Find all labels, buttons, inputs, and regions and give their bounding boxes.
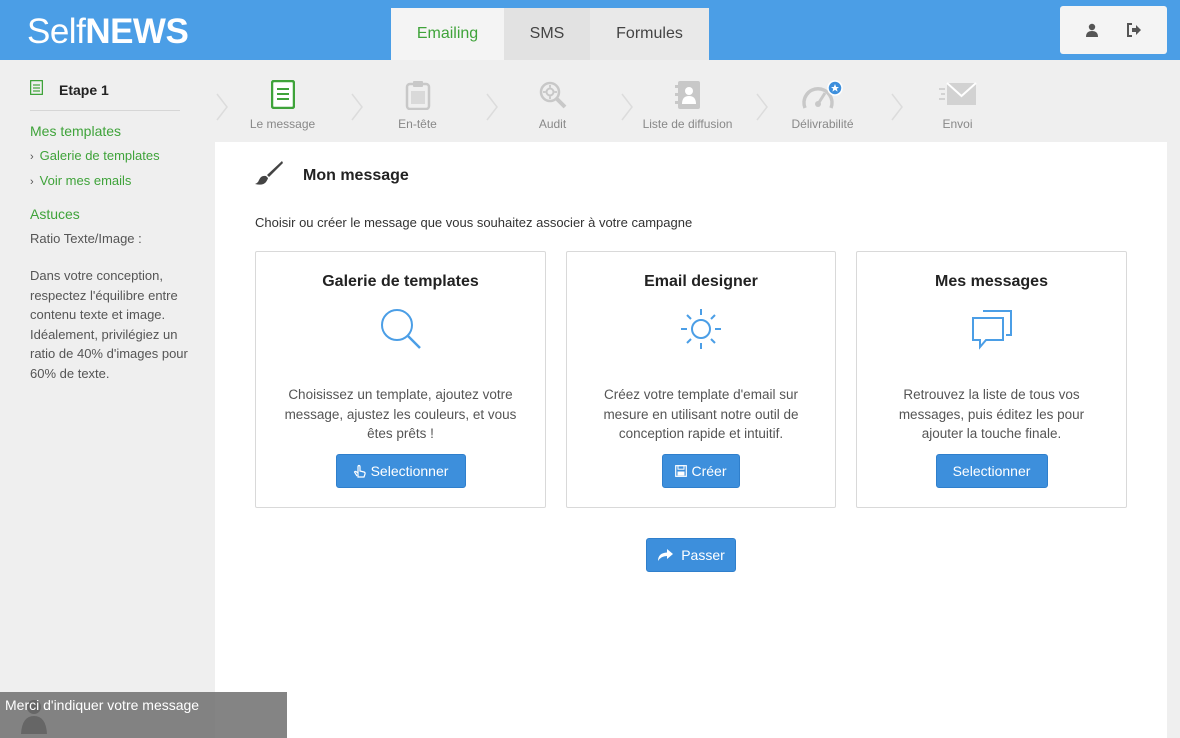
envelope-icon — [938, 80, 977, 113]
document-icon — [270, 79, 295, 114]
top-header: SelfNEWS Emailing SMS Formules — [0, 0, 1180, 60]
title-row: Mon message — [255, 160, 409, 191]
step-deliverability[interactable]: Délivrabilité — [755, 60, 890, 142]
user-actions — [1060, 6, 1167, 54]
templates-heading[interactable]: Mes templates — [30, 123, 121, 139]
wizard-steps: Le message En-tête Audit Liste de diffus… — [215, 60, 1180, 142]
card-my-messages: Mes messages Retrouvez la liste de tous … — [856, 251, 1127, 508]
user-icon[interactable] — [1085, 23, 1099, 37]
tip-body: Dans votre conception, respectez l'équil… — [30, 268, 188, 381]
chevron-right-icon: › — [30, 151, 34, 163]
paintbrush-icon — [255, 160, 283, 191]
card-title: Galerie de templates — [322, 273, 479, 290]
chat-bubbles-icon — [970, 307, 1014, 356]
step-header[interactable]: En-tête — [350, 60, 485, 142]
card-description: Créez votre template d'email sur mesure … — [603, 387, 799, 441]
sidebar-link-gallery[interactable]: › Galerie de templates — [30, 148, 160, 163]
clipboard-icon — [405, 80, 431, 115]
card-description: Choisissez un template, ajoutez votre me… — [284, 387, 517, 441]
notification-toast: Merci d'indiquer votre message — [0, 692, 287, 738]
skip-button[interactable]: Passer — [646, 538, 736, 572]
save-icon — [675, 465, 688, 477]
sidebar-link-my-emails[interactable]: › Voir mes emails — [30, 173, 131, 188]
card-description: Retrouvez la liste de tous vos messages,… — [898, 387, 1085, 441]
toast-message: Merci d'indiquer votre message — [5, 697, 200, 713]
step-title: Etape 1 — [59, 82, 109, 98]
address-book-icon — [674, 80, 701, 115]
intro-text: Choisir ou créer le message que vous sou… — [255, 215, 693, 230]
main-tabs: Emailing SMS Formules — [391, 8, 709, 60]
document-icon — [29, 79, 44, 100]
tab-formules[interactable]: Formules — [590, 8, 709, 60]
logout-icon[interactable] — [1126, 23, 1142, 37]
sidebar: Etape 1 Mes templates › Galerie de templa… — [0, 60, 215, 738]
share-arrow-icon — [658, 548, 674, 561]
step-indicator: Etape 1 — [29, 79, 109, 100]
sidebar-divider — [30, 110, 180, 111]
gauge-icon — [801, 80, 845, 117]
sun-icon — [679, 307, 723, 356]
page-title: Mon message — [303, 166, 409, 184]
tab-emailing[interactable]: Emailing — [391, 8, 504, 60]
card-template-gallery: Galerie de templates Choisissez un templ… — [255, 251, 546, 508]
step-send[interactable]: Envoi — [890, 60, 1025, 142]
search-icon — [379, 307, 423, 356]
app-logo[interactable]: SelfNEWS — [27, 12, 189, 52]
select-template-button[interactable]: Selectionner — [335, 454, 466, 488]
card-title: Mes messages — [935, 273, 1048, 290]
step-message[interactable]: Le message — [215, 60, 350, 142]
tips-heading: Astuces — [30, 206, 80, 222]
tip-title: Ratio Texte/Image : — [30, 231, 142, 246]
step-audit[interactable]: Audit — [485, 60, 620, 142]
chevron-right-icon: › — [30, 176, 34, 188]
create-template-button[interactable]: Créer — [662, 454, 740, 488]
step-mailing-list[interactable]: Liste de diffusion — [620, 60, 755, 142]
main-panel: Mon message Choisir ou créer le message … — [215, 142, 1167, 738]
magnifier-gear-icon — [538, 80, 568, 115]
tab-sms[interactable]: SMS — [504, 8, 590, 60]
select-message-button[interactable]: Selectionner — [935, 454, 1048, 488]
card-title: Email designer — [644, 273, 758, 290]
pointer-hand-icon — [353, 464, 366, 478]
card-email-designer: Email designer Créez votre template d'em… — [566, 251, 836, 508]
